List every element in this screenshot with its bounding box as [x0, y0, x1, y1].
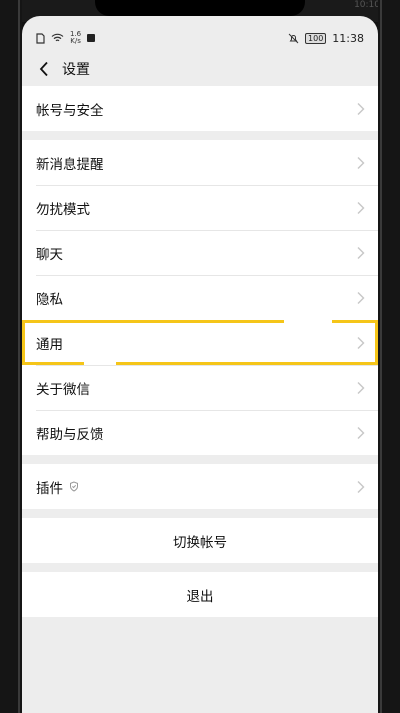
chevron-right-icon: [357, 201, 365, 214]
page-title: 设置: [62, 62, 90, 78]
switch-account-button[interactable]: 切换帐号: [22, 518, 378, 563]
settings-item-label: 勿扰模式: [36, 201, 90, 218]
chevron-right-icon: [357, 156, 365, 169]
chevron-right-icon: [357, 291, 365, 304]
settings-item-label: 帐号与安全: [36, 102, 104, 119]
settings-item-label: 关于微信: [36, 381, 90, 398]
settings-item-label: 插件: [36, 480, 63, 497]
phone-screen: 1.6 K/s 100 11:38 设置 帐号与安全 新消息提醒 勿扰模式 聊天…: [22, 16, 378, 713]
highlight-gap: [284, 320, 332, 325]
bell-muted-icon: [288, 33, 299, 44]
wifi-icon: [51, 33, 64, 43]
network-speed: 1.6 K/s: [70, 30, 82, 45]
settings-item-account-security[interactable]: 帐号与安全: [22, 86, 378, 131]
notification-icon: [87, 34, 96, 42]
status-bar: 1.6 K/s 100 11:38: [22, 16, 378, 52]
settings-item-label: 隐私: [36, 291, 63, 308]
back-arrow-icon[interactable]: [32, 57, 56, 81]
settings-item-label: 新消息提醒: [36, 156, 104, 173]
settings-item-about[interactable]: 关于微信: [22, 365, 378, 410]
settings-item-do-not-disturb[interactable]: 勿扰模式: [22, 185, 378, 230]
settings-group-account: 帐号与安全: [22, 86, 378, 131]
chevron-right-icon: [357, 426, 365, 439]
settings-item-privacy[interactable]: 隐私: [22, 275, 378, 320]
settings-item-label: 帮助与反馈: [36, 426, 104, 443]
phone-bezel-left: [0, 0, 22, 713]
settings-item-label: 聊天: [36, 246, 63, 263]
logout-button[interactable]: 退出: [22, 572, 378, 617]
chevron-right-icon: [357, 102, 365, 115]
settings-item-general[interactable]: 通用: [22, 320, 378, 365]
settings-item-help-feedback[interactable]: 帮助与反馈: [22, 410, 378, 455]
settings-item-new-message-alerts[interactable]: 新消息提醒: [22, 140, 378, 185]
chevron-right-icon: [357, 336, 365, 349]
chevron-right-icon: [357, 246, 365, 259]
sim-card-icon: [36, 32, 45, 44]
settings-item-label: 通用: [36, 336, 63, 353]
chevron-right-icon: [357, 381, 365, 394]
camera-notch: [95, 0, 305, 16]
settings-item-label-wrap: 插件: [36, 477, 79, 497]
settings-group-main: 新消息提醒 勿扰模式 聊天 隐私 通用 关于微信 帮助与反馈: [22, 140, 378, 455]
status-time: 11:38: [332, 31, 364, 45]
phone-bezel-right: [378, 0, 400, 713]
nav-bar: 设置: [22, 52, 378, 86]
settings-item-chat[interactable]: 聊天: [22, 230, 378, 275]
chevron-right-icon: [357, 480, 365, 493]
battery-indicator: 100: [305, 32, 327, 44]
settings-item-plugins[interactable]: 插件: [22, 464, 378, 509]
shield-icon: [70, 481, 78, 492]
ghost-clock: 10:10: [354, 0, 380, 10]
settings-group-plugins: 插件: [22, 464, 378, 509]
